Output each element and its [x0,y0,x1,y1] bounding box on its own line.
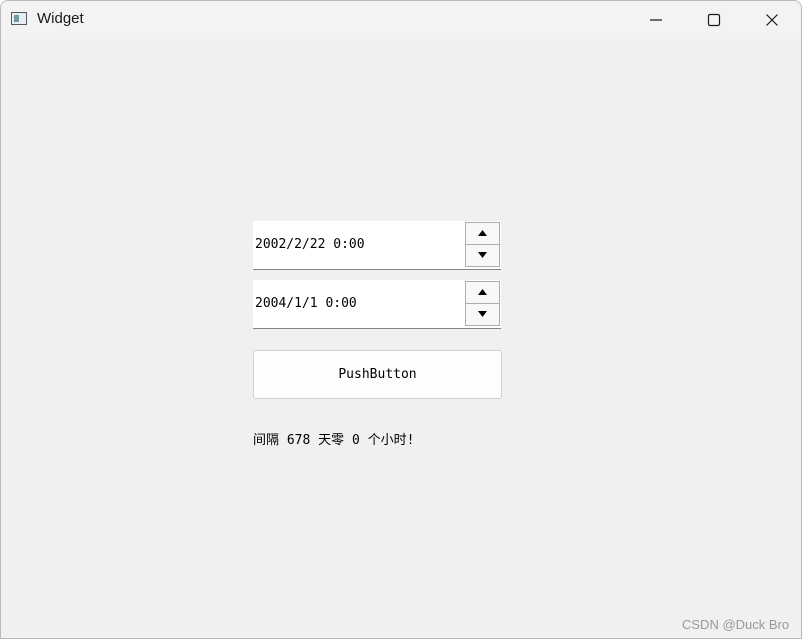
title-bar[interactable]: Widget [1,1,801,39]
close-button[interactable] [743,1,801,39]
end-datetime-up-button[interactable] [466,282,499,304]
end-datetime-edit[interactable]: 2004/1/1 0:00 [253,280,501,329]
end-datetime-spin-buttons [465,281,500,326]
push-button[interactable]: PushButton [253,350,502,399]
arrow-down-icon [478,311,487,317]
start-datetime-edit[interactable]: 2002/2/22 0:00 [253,221,501,270]
interval-result-label: 间隔 678 天零 0 个小时! [253,433,415,448]
arrow-up-icon [478,230,487,236]
minimize-button[interactable] [627,1,685,39]
app-window-icon [11,12,27,25]
minimize-icon [650,19,662,21]
watermark: CSDN @Duck Bro [682,617,790,632]
end-datetime-down-button[interactable] [466,304,499,325]
maximize-button[interactable] [685,1,743,39]
start-datetime-down-button[interactable] [466,245,499,266]
start-datetime-spin-buttons [465,222,500,267]
arrow-down-icon [478,252,487,258]
end-datetime-value[interactable]: 2004/1/1 0:00 [255,296,357,311]
start-datetime-up-button[interactable] [466,223,499,245]
app-window: Widget 2002/2/22 0:00 2004/1/1 0:00 Push… [0,0,802,639]
close-icon [766,14,778,26]
arrow-up-icon [478,289,487,295]
window-title: Widget [37,10,84,27]
maximize-icon [707,13,721,27]
start-datetime-value[interactable]: 2002/2/22 0:00 [255,237,365,252]
